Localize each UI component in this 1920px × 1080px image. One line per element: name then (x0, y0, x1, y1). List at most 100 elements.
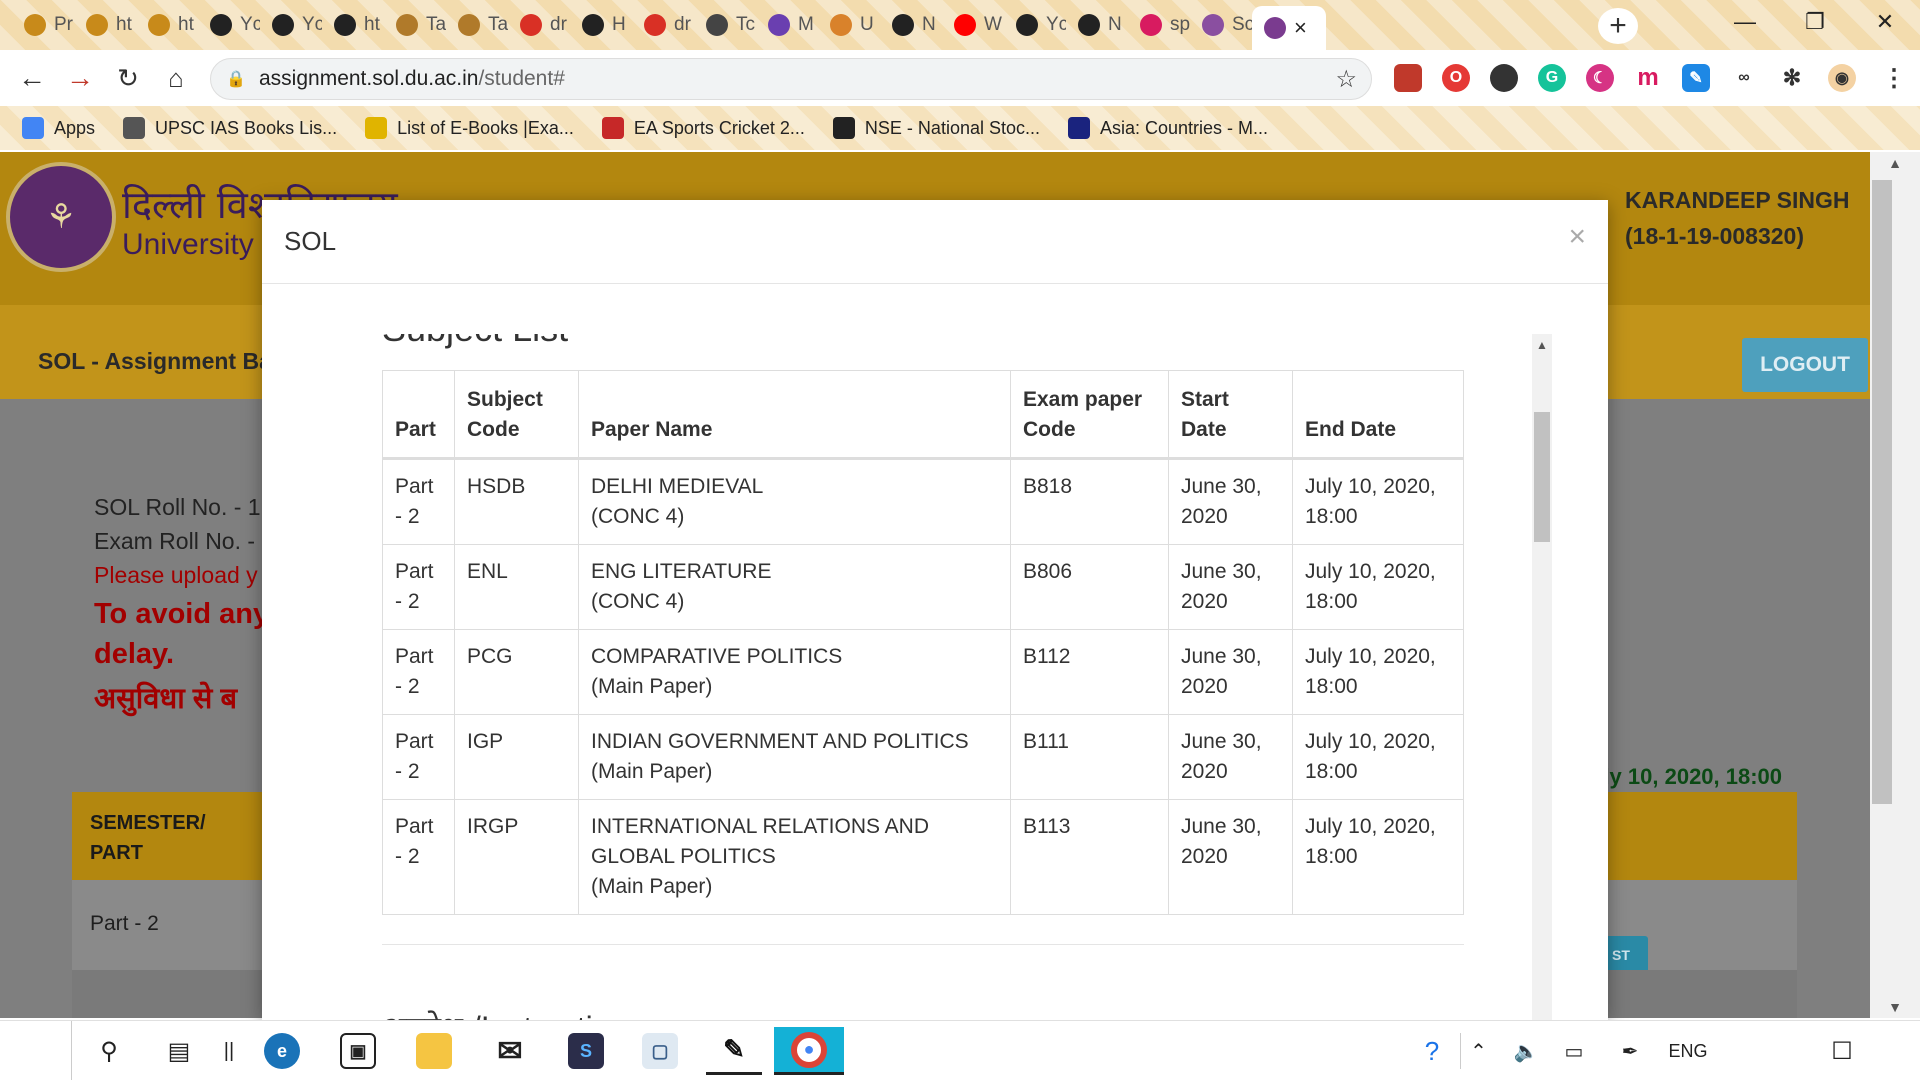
battery-icon[interactable]: ▭ (1554, 1033, 1594, 1069)
exam-code-cell: B113 (1010, 799, 1169, 915)
search-icon[interactable]: ⚲ (86, 1029, 132, 1073)
modal-close-button[interactable]: × (1568, 220, 1586, 254)
exam-roll-number: Exam Roll No. - (94, 528, 256, 554)
tab-title: Ta (488, 14, 508, 35)
bookmark-item[interactable]: UPSC IAS Books Lis... (123, 117, 337, 139)
roll-number: SOL Roll No. - 1 (94, 494, 261, 520)
divider (382, 944, 1464, 945)
close-window-icon[interactable]: ✕ (1850, 0, 1920, 44)
table-row: Part - 2 ENL ENG LITERATURE (CONC 4) B806 Jun… (382, 544, 1464, 630)
end-date-cell: July 10, 2020, 18:00 (1292, 544, 1464, 630)
scroll-down-icon[interactable]: ▼ (1870, 996, 1920, 1018)
column-header: Part (382, 370, 455, 460)
book-icon (123, 117, 146, 139)
deadline-text: uly 10, 2020, 18:00 (1590, 764, 1783, 789)
new-tab-button[interactable]: + (1598, 8, 1638, 44)
reload-icon[interactable]: ↻ (110, 60, 146, 96)
modal-scrollbar-thumb[interactable] (1534, 412, 1550, 542)
cube-app-icon[interactable]: ▢ (632, 1027, 688, 1075)
tab-strip: + — ❐ ✕ Pr ht ht Yc Yc ht Ta Ta dr Hdr Tc M U N W Yc Nsp… (0, 0, 1920, 50)
logout-button[interactable]: LOGOUT (1742, 338, 1868, 392)
tab-title: Yc (1046, 14, 1066, 35)
table-row: Part - 2 IGP INDIAN GOVERNMENT AND POLITIC… (382, 714, 1464, 800)
extension-m-icon[interactable]: m (1634, 64, 1662, 92)
globe-icon (582, 14, 604, 36)
extension-opera-icon[interactable]: O (1442, 64, 1470, 92)
profile-avatar[interactable]: ◉ (1828, 64, 1856, 92)
tab-title: sp (1170, 14, 1190, 35)
pen-icon[interactable]: ✒ (1610, 1033, 1650, 1069)
part-cell: Part - 2 (382, 714, 455, 800)
paper-name-cell: COMPARATIVE POLITICS (Main Paper) (578, 629, 1011, 715)
bookmark-label: Apps (54, 117, 96, 138)
bookmark-item[interactable]: List of E-Books |Exa... (365, 117, 574, 139)
start-date-cell: June 30, 2020 (1168, 544, 1293, 630)
address-bar[interactable]: 🔒 assignment.sol.du.ac.in/student# ☆ (210, 58, 1372, 100)
subject-code-cell: IGP (454, 714, 579, 800)
subject-code-cell: IRGP (454, 799, 579, 915)
paper-name-cell: ENG LITERATURE (CONC 4) (578, 544, 1011, 630)
s-logo-icon (1068, 117, 1090, 139)
extension-book-icon[interactable] (1394, 64, 1422, 92)
subject-table: Part Subject Code Paper Name Exam paper … (382, 370, 1464, 915)
start-date-cell: June 30, 2020 (1168, 799, 1293, 915)
page-scrollbar-thumb[interactable] (1872, 180, 1892, 804)
extension-glasses-icon[interactable]: ∞ (1730, 64, 1758, 92)
end-date-cell: July 10, 2020, 18:00 (1292, 629, 1464, 715)
modal-scroll-up-icon[interactable]: ▲ (1532, 334, 1552, 356)
windows-taskbar: ⚲ ▤ || e ▣ ✉ S ▢ ✎ ● ? ⌃ 🔈 ▭ ✒ ENG ☐ (0, 1020, 1920, 1080)
task-view-icon[interactable]: ▤ (156, 1029, 202, 1073)
file-explorer-icon[interactable] (406, 1027, 462, 1075)
bookmark-star-icon[interactable]: ☆ (1335, 65, 1357, 94)
user-info: KARANDEEP SINGH (18-1-19-008320) (1625, 182, 1850, 254)
youtube-icon (954, 14, 976, 36)
reader-app-icon[interactable]: ✎ (706, 1027, 762, 1075)
bookmark-item[interactable]: EA Sports Cricket 2... (601, 117, 805, 139)
globe-icon (272, 14, 294, 36)
scroll-up-icon[interactable]: ▲ (1870, 152, 1920, 174)
taskbar-search-box[interactable] (0, 1021, 72, 1080)
help-icon[interactable]: ? (1412, 1033, 1452, 1069)
pdf-icon (644, 14, 666, 36)
paper-type: (CONC 4) (591, 590, 685, 613)
language-indicator[interactable]: ENG (1660, 1033, 1716, 1069)
menu-kebab-icon[interactable]: ⋮ (1880, 64, 1908, 92)
emblem-icon (1202, 14, 1224, 36)
tray-expand-icon[interactable]: ⌃ (1460, 1033, 1496, 1069)
tab-title: N (922, 14, 936, 35)
sol-modal: SOL × Subject List Part Subject Code Pap… (262, 200, 1608, 1020)
page-scrollbar[interactable]: ▲ ▼ (1870, 152, 1920, 1018)
tab-title: ht (364, 14, 380, 35)
modal-scrollbar[interactable]: ▲ (1532, 334, 1552, 1020)
g-logo-icon (892, 14, 914, 36)
extensions-puzzle-icon[interactable]: ✻ (1778, 64, 1806, 92)
extension-edit-icon[interactable]: ✎ (1682, 64, 1710, 92)
extension-grammarly-icon[interactable]: G (1538, 64, 1566, 92)
home-icon[interactable]: ⌂ (158, 60, 194, 96)
smiley-icon (365, 117, 388, 139)
store-icon[interactable]: ▣ (330, 1027, 386, 1075)
app-s-icon[interactable]: S (558, 1027, 614, 1075)
extension-moon-icon[interactable]: ☾ (1586, 64, 1614, 92)
restore-icon[interactable]: ❐ (1780, 0, 1850, 44)
mail-icon[interactable]: ✉ (482, 1027, 538, 1075)
globe-icon (1016, 14, 1038, 36)
paper-type: (Main Paper) (591, 675, 713, 698)
chrome-taskbar-icon[interactable]: ● (774, 1027, 844, 1075)
part-cell: Part - 2 (382, 458, 455, 545)
back-icon[interactable]: ← (14, 60, 50, 96)
extension-darkmode-icon[interactable] (1490, 64, 1518, 92)
volume-icon[interactable]: 🔈 (1506, 1033, 1546, 1069)
bookmark-item[interactable]: Apps (22, 117, 95, 139)
lock-icon[interactable]: 🔒 (226, 70, 246, 88)
notifications-icon[interactable]: ☐ (1820, 1033, 1864, 1069)
active-browser-tab[interactable]: × (1252, 6, 1326, 50)
close-tab-icon[interactable]: × (1294, 15, 1307, 41)
bookmark-item[interactable]: NSE - National Stoc... (832, 117, 1040, 139)
minimize-icon[interactable]: — (1710, 0, 1780, 44)
apps-grid-icon (22, 117, 44, 139)
edge-icon[interactable]: e (254, 1027, 310, 1075)
forward-icon[interactable]: → (62, 60, 98, 96)
bookmark-item[interactable]: Asia: Countries - M... (1068, 117, 1268, 139)
globe-icon (1078, 14, 1100, 36)
